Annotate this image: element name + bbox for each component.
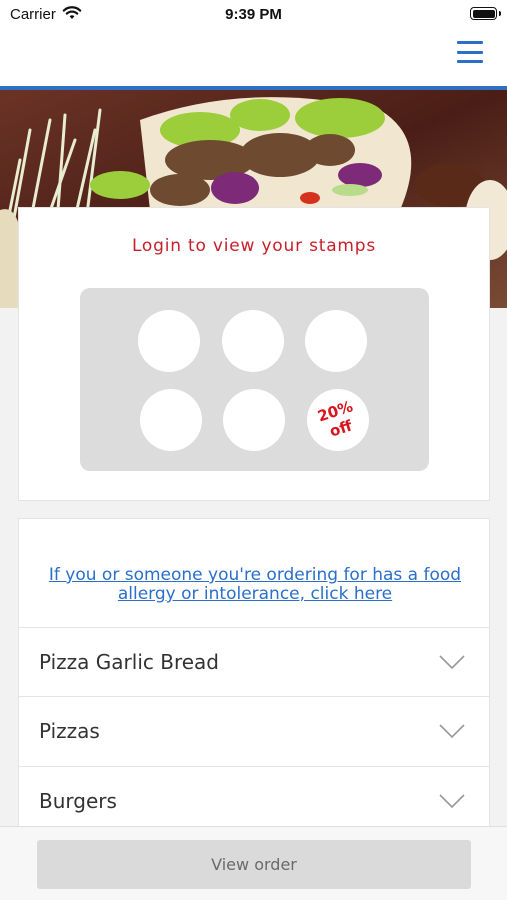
chevron-down-icon [439, 655, 465, 670]
stamp-slot [140, 389, 202, 451]
battery-icon [470, 7, 501, 20]
stamp-slot [223, 389, 285, 451]
category-label: Pizza Garlic Bread [39, 650, 219, 674]
status-bar: Carrier 9:39 PM [0, 0, 507, 28]
stamp-card: Login to view your stamps 20% off [18, 207, 490, 501]
view-order-button[interactable]: View order [37, 840, 471, 889]
allergy-card: If you or someone you're ordering for ha… [18, 518, 490, 628]
chevron-down-icon [439, 794, 465, 809]
stamp-slot [138, 310, 200, 372]
stamp-grid: 20% off [80, 288, 429, 471]
clock: 9:39 PM [225, 6, 282, 23]
allergy-info-link[interactable]: If you or someone you're ordering for ha… [39, 566, 471, 604]
category-row-pizzas[interactable]: Pizzas [18, 697, 490, 767]
reward-label: 20% off [315, 397, 356, 441]
reward-stamp: 20% off [307, 389, 369, 451]
stamp-card-title[interactable]: Login to view your stamps [19, 236, 489, 256]
chevron-down-icon [439, 724, 465, 739]
app-header [0, 28, 507, 86]
category-row-pizza-garlic-bread[interactable]: Pizza Garlic Bread [18, 627, 490, 697]
category-label: Burgers [39, 789, 117, 813]
stamp-slot [305, 310, 367, 372]
category-label: Pizzas [39, 719, 100, 743]
hamburger-menu-icon[interactable] [457, 41, 483, 63]
stamp-slot [222, 310, 284, 372]
bottom-bar: View order [0, 826, 507, 900]
